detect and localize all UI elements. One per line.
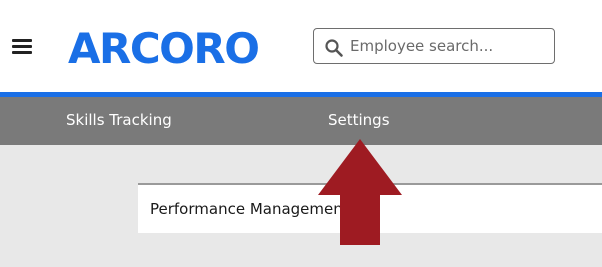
logo-text: ARCORO — [68, 24, 258, 70]
employee-search-box[interactable] — [313, 28, 555, 64]
nav-item-settings[interactable]: Settings — [328, 111, 390, 129]
search-icon — [325, 39, 343, 57]
up-arrow-icon — [318, 139, 402, 245]
main-nav-bar: Skills Tracking Settings — [0, 97, 602, 145]
main-content: Performance Management — [0, 145, 602, 267]
nav-item-skills-tracking[interactable]: Skills Tracking — [66, 111, 172, 129]
arcoro-logo[interactable]: ARCORO — [68, 24, 273, 70]
employee-search-input[interactable] — [350, 33, 546, 59]
top-header: ARCORO — [0, 0, 602, 92]
hamburger-menu-icon[interactable] — [12, 39, 32, 55]
